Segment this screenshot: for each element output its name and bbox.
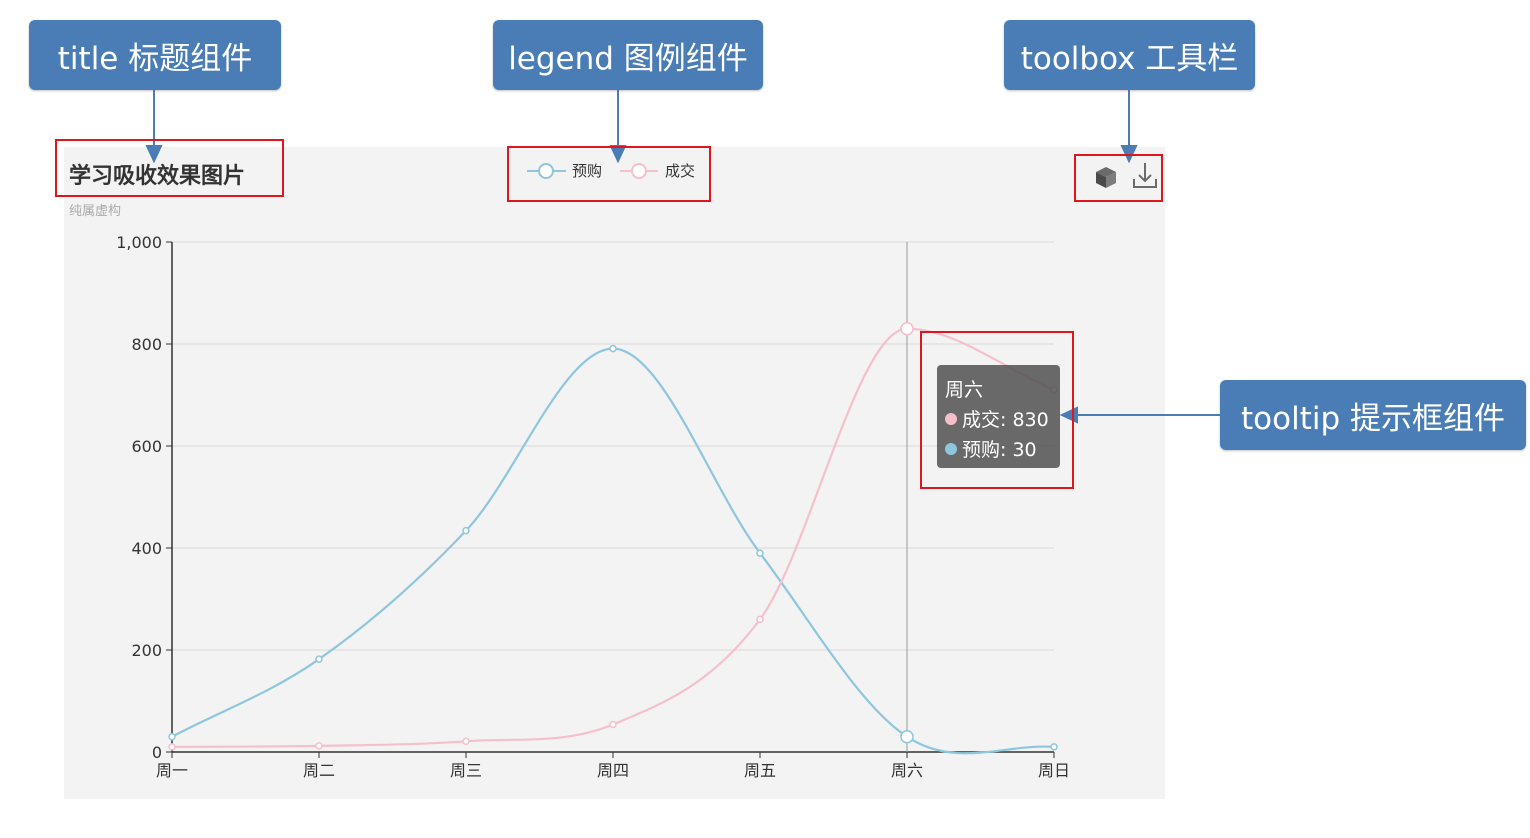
data-point-prebuy[interactable]: [900, 729, 914, 744]
data-point-deal[interactable]: [315, 742, 323, 750]
y-tick-label: 600: [131, 437, 162, 456]
x-tick-label: 周二: [303, 761, 335, 780]
data-point-deal[interactable]: [900, 321, 914, 336]
data-point-prebuy[interactable]: [1050, 743, 1058, 751]
data-point-deal[interactable]: [462, 737, 470, 746]
x-tick-label: 周一: [156, 761, 188, 780]
x-tick-label: 周日: [1038, 761, 1070, 780]
x-tick-label: 周六: [891, 761, 923, 780]
legend-highlight-box: [507, 146, 711, 202]
y-tick-label: 800: [131, 335, 162, 354]
y-tick-label: 200: [131, 641, 162, 660]
data-point-deal[interactable]: [168, 743, 176, 751]
x-tick-label: 周三: [450, 761, 482, 780]
y-tick-label: 0: [152, 743, 162, 762]
tooltip-highlight-box: [920, 331, 1074, 489]
data-point-prebuy[interactable]: [462, 526, 470, 535]
y-tick-label: 1,000: [116, 233, 162, 252]
x-tick-label: 周五: [744, 761, 776, 780]
data-point-deal[interactable]: [756, 615, 764, 624]
x-tick-label: 周四: [597, 761, 629, 780]
title-highlight-box: [55, 139, 284, 197]
line-chart: 02004006008001,000周一 周二 周三 周四 周五 周六 周日 预购 成交: [116, 90, 1220, 780]
toolbox-highlight-box: [1074, 154, 1163, 202]
data-point-deal[interactable]: [609, 720, 617, 729]
y-tick-label: 400: [131, 539, 162, 558]
data-point-prebuy[interactable]: [609, 344, 617, 353]
data-point-prebuy[interactable]: [168, 732, 176, 741]
data-point-prebuy[interactable]: [315, 655, 323, 663]
axes: 0 200 400 600 800 1,000 周一 周二 周三 周四 周五 周六 周日: [116, 233, 1070, 780]
data-point-prebuy[interactable]: [756, 549, 764, 557]
